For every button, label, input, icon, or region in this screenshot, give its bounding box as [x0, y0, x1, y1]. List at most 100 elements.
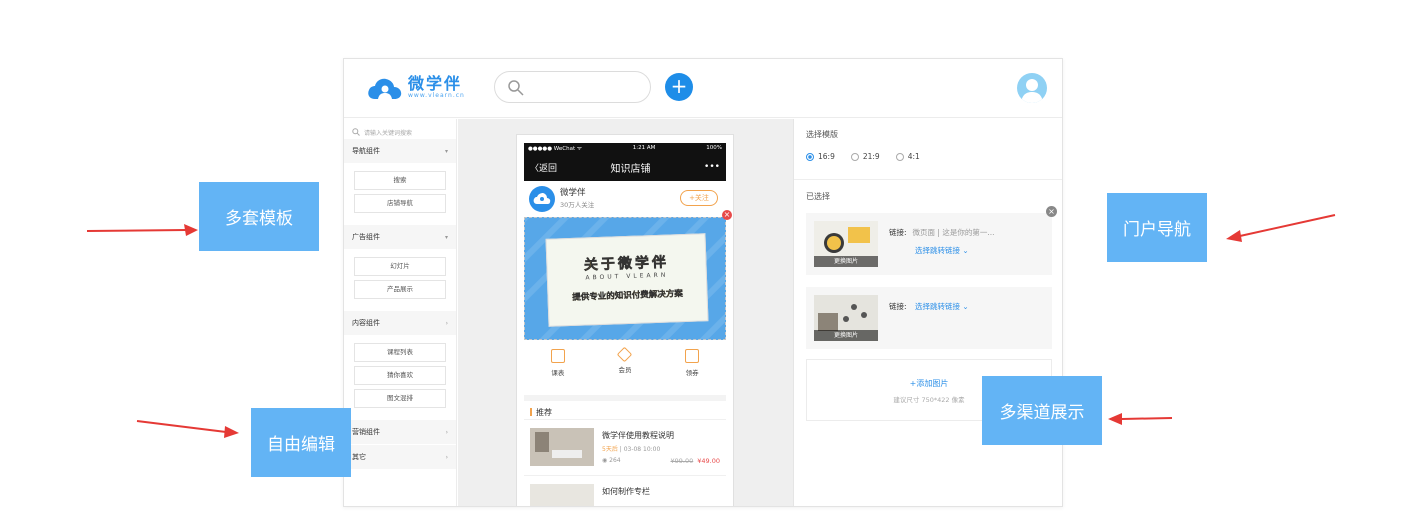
quick-schedule[interactable]: 课表	[550, 345, 565, 385]
arrow-portal-nav	[1239, 214, 1336, 237]
brand-logo[interactable]: 微学伴 www.vlearn.cn	[366, 73, 465, 103]
ratio-4-1[interactable]: 4:1	[895, 152, 920, 161]
shop-header[interactable]: 微学伴 30万人关注 +关注	[524, 181, 726, 215]
component-shop-nav[interactable]: 店铺导航	[354, 194, 446, 213]
old-price: ¥99.00	[670, 457, 694, 465]
ratio-label: 21:9	[862, 152, 880, 161]
back-button[interactable]: 〈返回	[530, 161, 557, 174]
component-product-display[interactable]: 产品展示	[354, 280, 446, 299]
quick-coupon[interactable]: 领券	[685, 345, 700, 385]
component-search[interactable]: 搜索	[354, 171, 446, 190]
group-content-components[interactable]: 内容组件 ›	[344, 311, 456, 335]
change-image-button[interactable]: 更换图片	[814, 330, 878, 341]
banner-slideshow[interactable]: 关于微学伴 ABOUT VLEARN 提供专业的知识付费解决方案	[524, 217, 726, 340]
global-search[interactable]	[494, 71, 651, 103]
calendar-icon	[550, 349, 565, 363]
select-link-button[interactable]: 选择跳转链接 ⌄	[915, 245, 969, 256]
top-bar: 微学伴 www.vlearn.cn +	[344, 59, 1062, 118]
group-title: 营销组件	[352, 428, 380, 436]
cloud-logo-icon	[368, 78, 402, 99]
radio-icon	[895, 152, 904, 161]
arrow-free-edit-head	[224, 426, 239, 438]
chevron-right-icon: ›	[445, 319, 448, 327]
brand-url: www.vlearn.cn	[408, 92, 465, 99]
search-input[interactable]	[531, 78, 641, 96]
group-other-components[interactable]: 其它 ›	[344, 445, 456, 469]
course-date: 03-08 10:00	[623, 446, 661, 453]
sidebar-search[interactable]: 请输入关键词搜索	[344, 119, 456, 139]
select-link-button[interactable]: 选择跳转链接 ⌄	[915, 301, 969, 312]
group-nav-components[interactable]: 导航组件 ▾	[344, 139, 456, 163]
course-meta: 5天后 | 03-08 10:00	[602, 446, 661, 453]
battery-label: 100%	[706, 145, 722, 151]
link-value: 微页面 | 这是你的第一...	[912, 228, 995, 237]
user-avatar[interactable]	[1017, 73, 1047, 103]
arrow-templates-head	[184, 224, 198, 236]
shop-fans: 30万人关注	[560, 201, 595, 209]
arrow-free-edit	[136, 420, 227, 433]
course-item[interactable]: 微学伴使用教程说明 5天后 | 03-08 10:00 ◉ 264 ¥99.00…	[524, 419, 726, 471]
views-count: 264	[609, 457, 621, 464]
course-thumbnail	[530, 428, 594, 466]
slide-item: 更换图片 链接: 选择跳转链接 ⌄	[806, 287, 1052, 349]
delete-component-icon[interactable]: ×	[722, 210, 732, 220]
shop-name: 微学伴	[560, 188, 586, 198]
group-title: 导航组件	[352, 147, 380, 155]
quick-membership[interactable]: 会员	[617, 345, 633, 385]
group-ad-components[interactable]: 广告组件 ▾	[344, 225, 456, 249]
course-thumbnail-image	[530, 428, 594, 466]
more-icon[interactable]: •••	[704, 162, 720, 172]
follow-button[interactable]: +关注	[680, 190, 718, 206]
search-icon	[508, 80, 524, 96]
course-title: 如何制作专栏	[602, 487, 650, 496]
page-title: 知识店铺	[610, 163, 651, 175]
chevron-down-icon: ▾	[444, 233, 448, 241]
phone-nav-bar: 〈返回 知识店铺 •••	[524, 153, 726, 181]
course-item[interactable]: 如何制作专栏	[524, 475, 726, 506]
banner-card: 关于微学伴 ABOUT VLEARN 提供专业的知识付费解决方案	[545, 233, 709, 327]
group-title: 广告组件	[352, 233, 380, 241]
quick-label: 领券	[685, 369, 699, 377]
component-rich-text[interactable]: 图文混排	[354, 389, 446, 408]
plus-icon: +	[670, 74, 688, 98]
sidebar-search-placeholder: 请输入关键词搜索	[364, 129, 413, 137]
slide-item: 更换图片 链接: 微页面 | 这是你的第一... 选择跳转链接 ⌄	[806, 213, 1052, 275]
ratio-16-9[interactable]: 16:9	[806, 152, 835, 161]
course-thumbnail	[530, 484, 594, 506]
course-tag: 5天后	[602, 446, 618, 453]
slide-thumbnail[interactable]: 更换图片	[814, 295, 878, 341]
change-image-button[interactable]: 更换图片	[814, 256, 878, 267]
ratio-21-9[interactable]: 21:9	[850, 152, 880, 161]
remove-slide-icon[interactable]: ×	[1046, 206, 1057, 217]
ratio-options: 16:9 21:9 4:1	[806, 152, 920, 161]
search-icon	[352, 128, 360, 136]
quick-label: 课表	[551, 369, 565, 377]
phone-status-bar: ●●●●● WeChat ᯤ 1:21 AM 100%	[524, 143, 726, 153]
component-slideshow[interactable]: 幻灯片	[354, 257, 446, 276]
chevron-right-icon: ›	[445, 428, 448, 436]
editor-window: 微学伴 www.vlearn.cn + 请输入关键词搜索 导航组件 ▾ 搜索 店…	[343, 58, 1063, 507]
brand-name: 微学伴	[408, 74, 463, 93]
quick-label: 会员	[618, 366, 632, 374]
user-avatar-icon	[1021, 79, 1043, 103]
recommend-section-title: 推荐	[524, 395, 726, 417]
component-recommend[interactable]: 猜你喜欢	[354, 366, 446, 385]
callout-portal-nav: 门户导航	[1107, 193, 1207, 262]
phone-preview: ●●●●● WeChat ᯤ 1:21 AM 100% 〈返回 知识店铺 •••…	[516, 134, 734, 506]
slide-thumbnail[interactable]: 更换图片	[814, 221, 878, 267]
selected-label: 已选择	[806, 192, 830, 201]
quick-links: 课表 会员 领券	[524, 345, 726, 385]
group-title: 内容组件	[352, 319, 380, 327]
component-course-list[interactable]: 课程列表	[354, 343, 446, 362]
add-button[interactable]: +	[665, 73, 693, 101]
radio-icon	[850, 152, 859, 161]
ratio-label: 4:1	[907, 152, 920, 161]
ratio-label: 16:9	[818, 152, 835, 161]
link-label: 链接:	[889, 228, 907, 237]
group-marketing-components[interactable]: 营销组件 ›	[344, 420, 456, 444]
callout-multi-channel: 多渠道展示	[982, 376, 1102, 445]
chevron-down-icon: ▾	[444, 147, 448, 155]
chevron-right-icon: ›	[445, 453, 448, 461]
sale-price: ¥49.00	[697, 457, 720, 465]
radio-selected-icon	[806, 152, 814, 161]
